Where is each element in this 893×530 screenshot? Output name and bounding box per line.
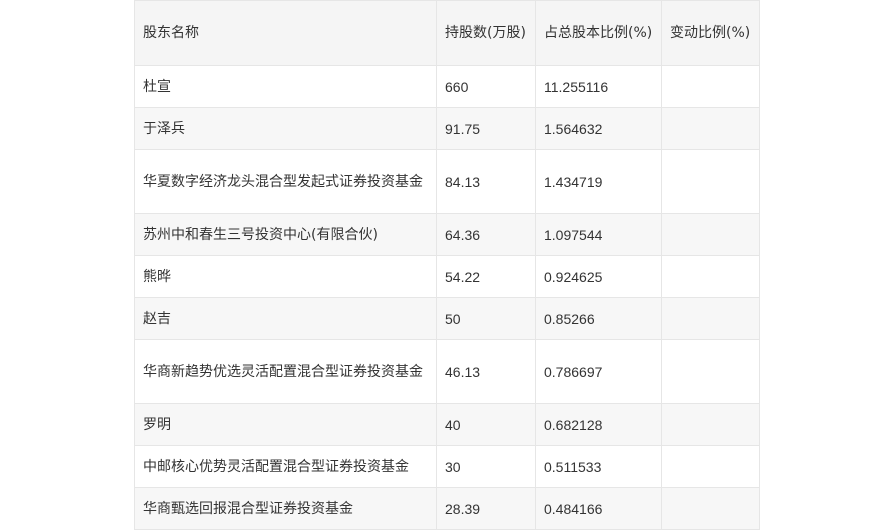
cell-ratio: 0.484166 — [535, 487, 662, 530]
table-row: 熊晔 54.22 0.924625 — [134, 255, 760, 298]
cell-ratio: 0.786697 — [535, 339, 662, 404]
shareholder-table-container: 股东名称 持股数(万股) 占总股本比例(%) 变动比例(%) 杜宣 660 11… — [134, 0, 760, 530]
header-shareholder-name: 股东名称 — [134, 0, 437, 66]
cell-shareholder-name: 华夏数字经济龙头混合型发起式证券投资基金 — [134, 149, 437, 214]
shareholder-table: 股东名称 持股数(万股) 占总股本比例(%) 变动比例(%) 杜宣 660 11… — [134, 0, 760, 530]
cell-shares: 91.75 — [436, 107, 536, 150]
cell-ratio: 0.85266 — [535, 297, 662, 340]
cell-change-ratio — [661, 255, 760, 298]
table-row: 华夏数字经济龙头混合型发起式证券投资基金 84.13 1.434719 — [134, 149, 760, 214]
cell-shares: 40 — [436, 403, 536, 446]
cell-ratio: 1.564632 — [535, 107, 662, 150]
cell-shareholder-name: 赵吉 — [134, 297, 437, 340]
table-header-row: 股东名称 持股数(万股) 占总股本比例(%) 变动比例(%) — [134, 0, 760, 66]
cell-shareholder-name: 华商新趋势优选灵活配置混合型证券投资基金 — [134, 339, 437, 404]
cell-shares: 30 — [436, 445, 536, 488]
table-row: 中邮核心优势灵活配置混合型证券投资基金 30 0.511533 — [134, 445, 760, 488]
cell-shareholder-name: 熊晔 — [134, 255, 437, 298]
cell-shares: 660 — [436, 65, 536, 108]
table-row: 罗明 40 0.682128 — [134, 403, 760, 446]
cell-change-ratio — [661, 107, 760, 150]
cell-shares: 46.13 — [436, 339, 536, 404]
header-shares: 持股数(万股) — [436, 0, 536, 66]
cell-change-ratio — [661, 339, 760, 404]
cell-ratio: 11.255116 — [535, 65, 662, 108]
cell-change-ratio — [661, 213, 760, 256]
table-row: 苏州中和春生三号投资中心(有限合伙) 64.36 1.097544 — [134, 213, 760, 256]
cell-ratio: 1.097544 — [535, 213, 662, 256]
cell-shareholder-name: 中邮核心优势灵活配置混合型证券投资基金 — [134, 445, 437, 488]
header-change-ratio: 变动比例(%) — [661, 0, 760, 66]
cell-shareholder-name: 苏州中和春生三号投资中心(有限合伙) — [134, 213, 437, 256]
cell-shares: 54.22 — [436, 255, 536, 298]
header-ratio: 占总股本比例(%) — [535, 0, 662, 66]
cell-shares: 28.39 — [436, 487, 536, 530]
cell-change-ratio — [661, 445, 760, 488]
cell-shares: 50 — [436, 297, 536, 340]
cell-change-ratio — [661, 297, 760, 340]
table-row: 赵吉 50 0.85266 — [134, 297, 760, 340]
cell-ratio: 0.682128 — [535, 403, 662, 446]
cell-ratio: 1.434719 — [535, 149, 662, 214]
table-row: 华商新趋势优选灵活配置混合型证券投资基金 46.13 0.786697 — [134, 339, 760, 404]
table-row: 杜宣 660 11.255116 — [134, 65, 760, 108]
cell-shareholder-name: 华商甄选回报混合型证券投资基金 — [134, 487, 437, 530]
cell-shareholder-name: 杜宣 — [134, 65, 437, 108]
cell-change-ratio — [661, 149, 760, 214]
cell-ratio: 0.924625 — [535, 255, 662, 298]
cell-shares: 84.13 — [436, 149, 536, 214]
table-row: 于泽兵 91.75 1.564632 — [134, 107, 760, 150]
cell-change-ratio — [661, 487, 760, 530]
cell-shares: 64.36 — [436, 213, 536, 256]
cell-change-ratio — [661, 65, 760, 108]
cell-shareholder-name: 罗明 — [134, 403, 437, 446]
table-row: 华商甄选回报混合型证券投资基金 28.39 0.484166 — [134, 487, 760, 530]
cell-change-ratio — [661, 403, 760, 446]
cell-shareholder-name: 于泽兵 — [134, 107, 437, 150]
cell-ratio: 0.511533 — [535, 445, 662, 488]
